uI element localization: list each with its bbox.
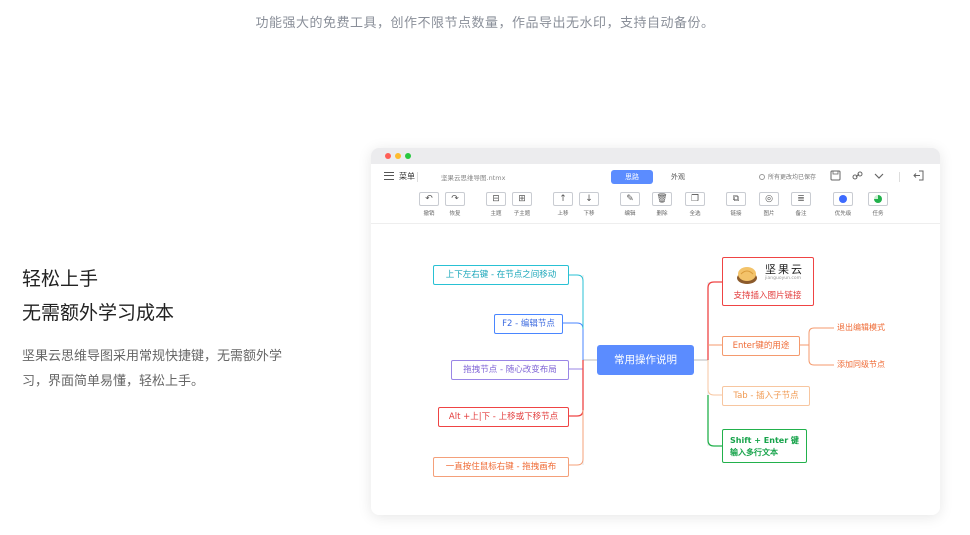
window-titlebar — [371, 148, 940, 164]
tool-label: 优先级 — [834, 211, 852, 217]
tool-link[interactable]: ⧉ 链接 — [725, 192, 747, 217]
divider — [899, 172, 900, 182]
hamburger-menu-icon[interactable] — [384, 172, 394, 180]
mindmap-node[interactable]: F2 - 编辑节点 — [494, 314, 563, 334]
redo-icon: ↷ — [445, 192, 465, 206]
tool-delete[interactable]: 🗑 删除 — [651, 192, 673, 217]
tool-undo[interactable]: ↶ 撤销 — [418, 192, 440, 217]
trash-icon: 🗑 — [652, 192, 672, 206]
mindmap-image-node[interactable]: 坚果云 jianguoyun.com 支持插入图片链接 — [722, 257, 814, 306]
tool-task[interactable]: 任务 — [867, 192, 889, 217]
subtopic-icon: ⊞ — [512, 192, 532, 206]
feature-description: 坚果云思维导图采用常规快捷键，无需额外学习，界面简单易懂，轻松上手。 — [22, 349, 283, 389]
mindmap-node[interactable]: Enter键的用途 — [722, 336, 800, 356]
tool-redo[interactable]: ↷ 恢复 — [444, 192, 466, 217]
tool-image[interactable]: ◎ 图片 — [758, 192, 780, 217]
select-all-icon: ❐ — [685, 192, 705, 206]
arrow-down-icon: ↓ — [579, 192, 599, 206]
save-status: 所有更改均已保存 — [759, 172, 816, 181]
exit-icon[interactable] — [912, 170, 924, 182]
tool-label: 删除 — [656, 211, 668, 217]
app-window-screenshot: 菜单 坚果云思维导图.ntmx 思路 外观 所有更改均已保存 ↶ 撤销 ↷ 恢复… — [371, 148, 940, 515]
tool-label: 链接 — [730, 211, 742, 217]
tool-label: 备注 — [795, 211, 807, 217]
mindmap-leaf-node[interactable]: 添加同级节点 — [837, 359, 885, 370]
page: 功能强大的免费工具，创作不限节点数量，作品导出无水印，支持自动备份。 轻松上手 … — [0, 0, 970, 535]
undo-icon: ↶ — [419, 192, 439, 206]
mindmap-canvas[interactable]: 常用操作说明 上下左右键 - 在节点之间移动 F2 - 编辑节点 拖拽节点 - … — [371, 225, 940, 515]
multiline-node-text: Shift + Enter 键 输入多行文本 — [730, 436, 799, 457]
tool-label: 撤销 — [423, 211, 435, 217]
logo-domain: jianguoyun.com — [765, 276, 801, 281]
maximize-window-dot[interactable] — [405, 153, 411, 159]
save-status-text: 所有更改均已保存 — [768, 174, 817, 181]
tool-label: 恢复 — [449, 211, 461, 217]
mindmap-central-node[interactable]: 常用操作说明 — [597, 345, 694, 375]
mindmap-node[interactable]: Shift + Enter 键 输入多行文本 — [722, 429, 807, 463]
menu-label[interactable]: 菜单 — [399, 171, 415, 182]
divider — [417, 172, 418, 182]
chevron-down-icon[interactable] — [873, 170, 885, 182]
priority-icon — [833, 192, 853, 206]
arrow-up-icon: ↑ — [553, 192, 573, 206]
jianguoyun-logo: 坚果云 jianguoyun.com — [735, 263, 805, 287]
tool-subtopic[interactable]: ⊞ 子主题 — [511, 192, 533, 217]
mindmap-node[interactable]: Alt +上|下 - 上移或下移节点 — [438, 407, 569, 427]
mindmap-node[interactable]: 拖拽节点 - 随心改变布局 — [451, 360, 569, 380]
tool-label: 全选 — [689, 211, 701, 217]
tool-move-up[interactable]: ↑ 上移 — [552, 192, 574, 217]
feature-subtitle: 无需额外学习成本 — [22, 302, 175, 324]
link-icon[interactable] — [851, 170, 863, 182]
logo-text: 坚果云 — [765, 263, 804, 276]
tab-appearance[interactable]: 外观 — [657, 170, 699, 184]
save-icon[interactable] — [829, 170, 841, 182]
tool-topic[interactable]: ⊟ 主题 — [485, 192, 507, 217]
tab-ideas[interactable]: 思路 — [611, 170, 653, 184]
topic-icon: ⊟ — [486, 192, 506, 206]
tool-edit[interactable]: ✎ 编辑 — [619, 192, 641, 217]
mindmap-node[interactable]: 一直按住鼠标右键 - 拖拽画布 — [433, 457, 569, 477]
file-name: 坚果云思维导图.ntmx — [441, 174, 506, 182]
close-window-dot[interactable] — [385, 153, 391, 159]
mindmap-node[interactable]: 上下左右键 - 在节点之间移动 — [433, 265, 569, 285]
tool-label: 编辑 — [624, 211, 636, 217]
tool-label: 图片 — [763, 211, 775, 217]
tool-label: 下移 — [583, 211, 595, 217]
saved-check-icon — [759, 174, 765, 180]
app-topbar: 菜单 坚果云思维导图.ntmx 思路 外观 所有更改均已保存 — [371, 164, 940, 190]
tool-label: 子主题 — [513, 211, 531, 217]
image-node-caption: 支持插入图片链接 — [733, 291, 802, 301]
nut-logo-icon — [737, 267, 757, 284]
edit-icon: ✎ — [620, 192, 640, 206]
mindmap-node[interactable]: Tab - 插入子节点 — [722, 386, 810, 406]
tool-label: 上移 — [557, 211, 569, 217]
tagline: 功能强大的免费工具，创作不限节点数量，作品导出无水印，支持自动备份。 — [255, 16, 715, 31]
tool-priority[interactable]: 优先级 — [832, 192, 854, 217]
note-icon: ≣ — [791, 192, 811, 206]
task-progress-icon — [868, 192, 888, 206]
tool-move-down[interactable]: ↓ 下移 — [578, 192, 600, 217]
link-icon: ⧉ — [726, 192, 746, 206]
tool-select-all[interactable]: ❐ 全选 — [684, 192, 706, 217]
tool-label: 主题 — [490, 211, 502, 217]
minimize-window-dot[interactable] — [395, 153, 401, 159]
image-icon: ◎ — [759, 192, 779, 206]
tool-label: 任务 — [872, 211, 884, 217]
tool-note[interactable]: ≣ 备注 — [790, 192, 812, 217]
mindmap-leaf-node[interactable]: 退出编辑模式 — [837, 322, 885, 333]
feature-title: 轻松上手 — [22, 268, 99, 290]
editing-toolbar: ↶ 撤销 ↷ 恢复 ⊟ 主题 ⊞ 子主题 ↑ 上移 ↓ 下移 ✎ 编辑 🗑 删除 ❐ 全选 ⧉ 链接… — [371, 192, 940, 224]
